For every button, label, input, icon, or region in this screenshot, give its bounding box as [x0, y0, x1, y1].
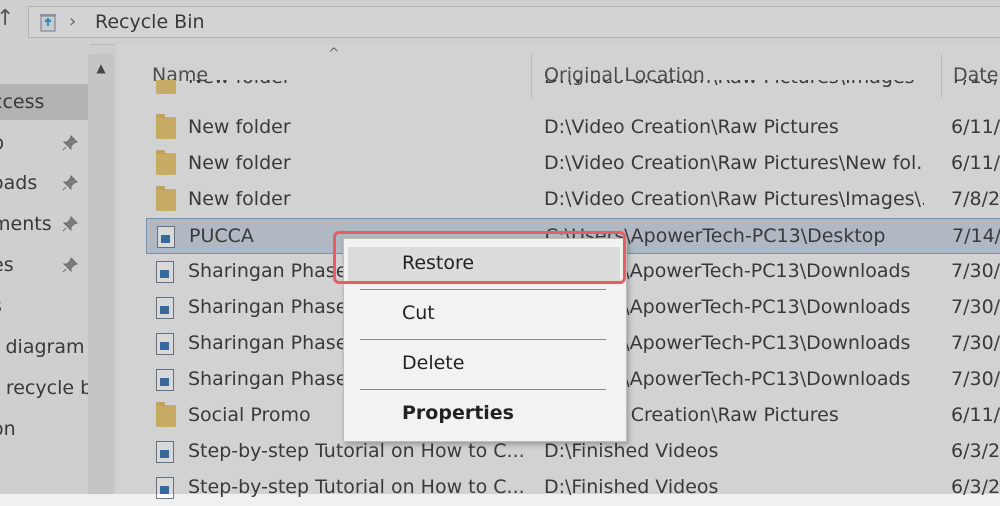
row-date: 6/11/ — [951, 404, 1000, 426]
folder-icon — [156, 186, 176, 211]
folder-icon — [156, 80, 176, 94]
nav-item-desktop[interactable]: p — [0, 125, 90, 161]
menu-separator — [360, 289, 606, 290]
row-date: 7/30/ — [951, 296, 1000, 318]
table-row[interactable]: New folder D:\Video Creation\Raw Picture… — [146, 146, 1000, 182]
row-location: D:\Video Creation\Raw Pictures\Images\..… — [544, 188, 924, 210]
folder-icon — [156, 114, 176, 139]
nav-item-folder-1[interactable]: s — [0, 288, 90, 324]
table-row[interactable]: New folder D:\Video Creation\Raw Picture… — [146, 182, 1000, 218]
image-file-icon — [157, 226, 175, 248]
nav-item-pictures[interactable]: es — [0, 247, 90, 283]
menu-item-label: Properties — [402, 402, 514, 424]
delete-menu-item[interactable]: Delete — [348, 347, 620, 381]
address-box[interactable]: › Recycle Bin — [28, 6, 1000, 38]
pin-icon — [62, 216, 78, 232]
row-name: New folder — [188, 80, 528, 88]
row-location: D:\Video Creation\Raw Pictures — [544, 116, 839, 138]
row-location: D:\Finished Videos — [544, 476, 719, 498]
row-date: 7/16/ — [951, 80, 1000, 88]
table-row[interactable]: Step-by-step Tutorial on How to C... D:\… — [146, 470, 1000, 506]
row-location: D:\Finished Videos — [544, 440, 719, 462]
nav-item-label: p — [0, 125, 4, 161]
nav-item-label: r recycle b — [0, 377, 90, 399]
nav-item-label: es — [0, 254, 14, 276]
image-file-icon — [156, 297, 174, 319]
row-date: 7/14/ — [952, 225, 1000, 247]
menu-item-label: Delete — [402, 352, 465, 374]
image-file-icon — [156, 333, 174, 355]
menu-separator — [360, 389, 606, 390]
row-location: D:\Video Creation\Raw Pictures\New fol..… — [544, 152, 924, 174]
row-name: New folder — [188, 116, 291, 138]
nav-item-folder-3[interactable]: r recycle b — [0, 370, 90, 406]
row-date: 6/3/2 — [951, 440, 1000, 462]
sort-ascending-icon: ^ — [328, 46, 340, 62]
nav-item-label: ccess — [0, 91, 45, 113]
folder-icon — [156, 150, 176, 175]
row-date: 7/8/2 — [951, 188, 1000, 210]
navigation-pane: ccess p oads ments es s t diagram r recy… — [0, 44, 90, 494]
pin-icon — [62, 257, 78, 273]
breadcrumb-chevron-icon[interactable]: › — [69, 11, 76, 32]
row-date: 6/11/ — [951, 152, 1000, 174]
recycle-bin-icon — [40, 14, 56, 32]
cut-menu-item[interactable]: Cut — [348, 297, 620, 331]
row-name: New folder — [188, 152, 291, 174]
restore-highlight-annotation — [333, 231, 626, 284]
row-name: Step-by-step Tutorial on How to C... — [188, 440, 525, 462]
nav-item-label: ments — [0, 213, 52, 235]
row-date: 6/11/ — [951, 116, 1000, 138]
menu-separator — [360, 339, 606, 340]
image-file-icon — [156, 261, 174, 283]
nav-item-label: t diagram — [0, 336, 85, 358]
menu-item-label: Cut — [402, 302, 435, 324]
nav-item-folder-2[interactable]: t diagram — [0, 329, 90, 365]
video-file-icon — [156, 441, 174, 463]
up-arrow-icon[interactable]: ↑ — [0, 6, 14, 31]
video-file-icon — [156, 477, 174, 499]
nav-item-documents[interactable]: ments — [0, 206, 90, 242]
row-name: Step-by-step Tutorial on How to C... — [188, 476, 525, 498]
nav-item-label: oads — [0, 172, 38, 194]
row-date: 6/3/2 — [951, 476, 1000, 498]
scroll-up-icon[interactable]: ▲ — [88, 54, 114, 82]
folder-icon — [156, 402, 176, 427]
table-row[interactable]: New folder D:\Video Creation\Raw Picture… — [146, 110, 1000, 146]
table-row[interactable]: New folder D:\Video Creation\Raw Picture… — [146, 80, 1000, 100]
row-date: 7/30/ — [951, 368, 1000, 390]
nav-item-quick-access[interactable]: ccess — [0, 84, 90, 120]
row-date: 7/30/ — [951, 332, 1000, 354]
nav-scrollbar[interactable]: ▲ — [88, 54, 114, 494]
pin-icon — [62, 175, 78, 191]
row-date: 7/30/ — [951, 260, 1000, 282]
row-name: New folder — [188, 188, 291, 210]
nav-item-label: on — [0, 418, 16, 440]
nav-item-label: s — [0, 288, 2, 324]
pin-icon — [62, 135, 78, 151]
properties-menu-item[interactable]: Properties — [348, 397, 620, 431]
nav-item-folder-4[interactable]: on — [0, 411, 90, 447]
nav-item-downloads[interactable]: oads — [0, 165, 90, 201]
row-location: D:\Video Creation\Raw Pictures\Images — [544, 80, 924, 88]
breadcrumb-location[interactable]: Recycle Bin — [95, 11, 205, 33]
address-bar: ↑ › Recycle Bin — [0, 0, 1000, 45]
image-file-icon — [156, 369, 174, 391]
